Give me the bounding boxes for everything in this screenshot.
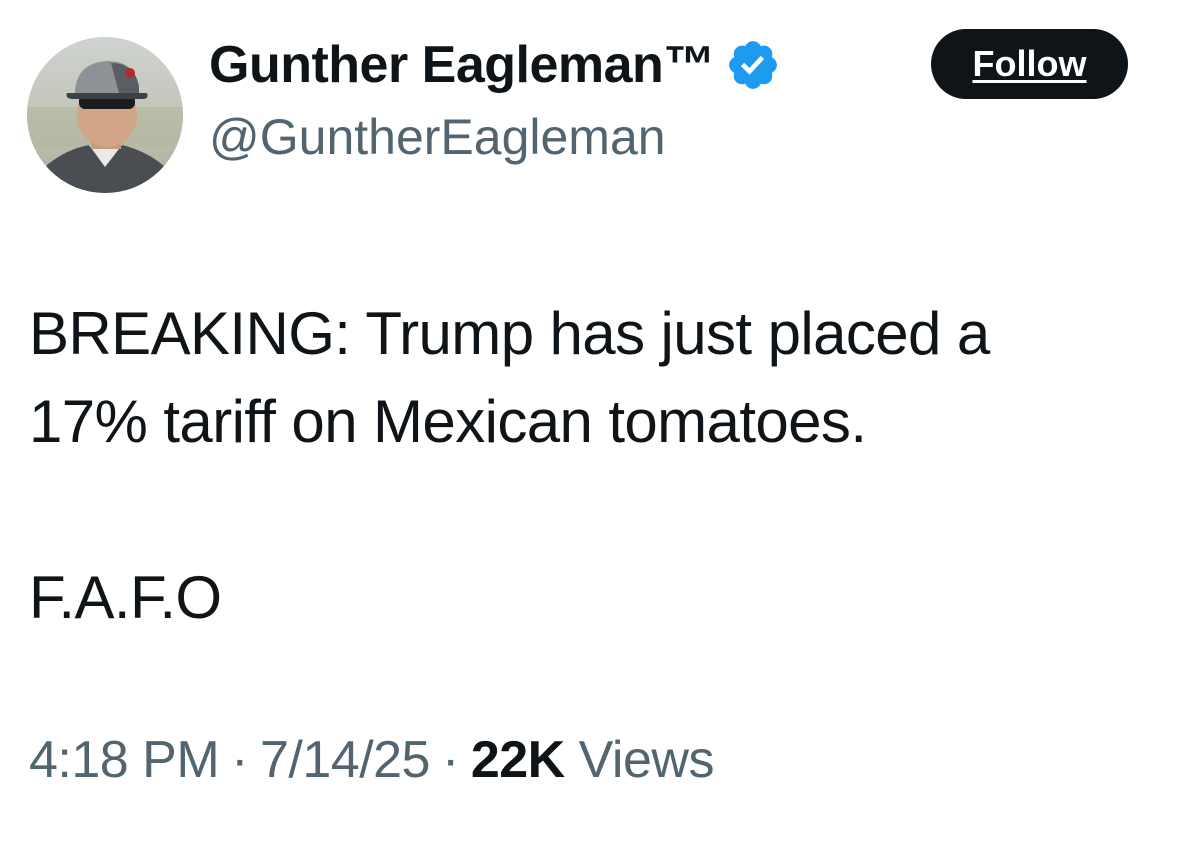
tweet-date[interactable]: 7/14/25 (260, 731, 431, 789)
meta-separator: · (231, 731, 248, 789)
tweet-time[interactable]: 4:18 PM (29, 731, 220, 789)
tweet-line: 17% tariff on Mexican tomatoes. (29, 388, 867, 455)
views-count: 22K (470, 731, 565, 789)
tweet-text: BREAKING: Trump has just placed a 17% ta… (29, 290, 1149, 642)
author-name-row: Gunther Eagleman™ (209, 32, 781, 98)
author-handle[interactable]: @GuntherEagleman (209, 108, 666, 166)
avatar[interactable] (27, 37, 183, 193)
meta-separator: · (441, 731, 459, 789)
tweet-closing: F.A.F.O (29, 564, 222, 631)
verified-badge-icon[interactable] (725, 37, 781, 93)
profile-photo (27, 37, 183, 193)
tweet-line: BREAKING: Trump has just placed a (29, 300, 990, 367)
views-label: Views (578, 731, 715, 789)
display-name[interactable]: Gunther Eagleman™ (209, 35, 715, 95)
tweet-meta: 4:18 PM · 7/14/25 · 22K Views (29, 730, 714, 790)
follow-button[interactable]: Follow (931, 29, 1128, 99)
